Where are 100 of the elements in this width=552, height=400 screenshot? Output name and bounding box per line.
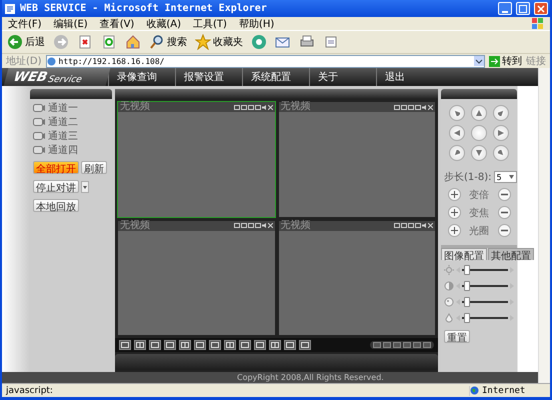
minus-icon bbox=[500, 227, 508, 234]
layout-button[interactable] bbox=[134, 340, 146, 350]
page-icon bbox=[46, 56, 56, 66]
minus-button[interactable] bbox=[498, 206, 510, 219]
direction-button[interactable] bbox=[471, 145, 487, 161]
speaker-icon[interactable] bbox=[262, 104, 266, 110]
minimize-button[interactable] bbox=[498, 2, 512, 15]
back-button[interactable]: 后退 bbox=[6, 32, 46, 52]
direction-button[interactable] bbox=[449, 145, 465, 161]
layout-button[interactable] bbox=[149, 340, 161, 350]
speaker-icon[interactable] bbox=[422, 223, 427, 228]
slider-thumb[interactable] bbox=[464, 264, 470, 274]
address-field[interactable]: http://192.168.16.108/ bbox=[46, 54, 485, 68]
layout-button[interactable] bbox=[164, 340, 176, 350]
layout-button[interactable] bbox=[179, 340, 191, 350]
plus-button[interactable] bbox=[448, 224, 460, 237]
menu-item[interactable]: 文件(F) bbox=[8, 16, 42, 30]
go-button[interactable]: 转到 bbox=[489, 54, 522, 68]
layout-button[interactable] bbox=[239, 340, 251, 350]
direction-button[interactable] bbox=[493, 145, 509, 161]
direction-button[interactable] bbox=[449, 125, 465, 141]
direction-button[interactable] bbox=[493, 105, 509, 121]
maximize-button[interactable] bbox=[516, 2, 530, 15]
direction-button[interactable] bbox=[449, 105, 465, 121]
camera-icon bbox=[33, 146, 45, 154]
menu-item[interactable]: 帮助(H) bbox=[238, 16, 274, 30]
window-title: WEB SERVICE - Microsoft Internet Explorer bbox=[20, 3, 268, 14]
direction-button[interactable] bbox=[493, 125, 509, 141]
copyright-text: CopyRight 2008,All Rights Reserved. bbox=[237, 373, 384, 382]
plus-button[interactable] bbox=[448, 206, 460, 219]
direction-button[interactable] bbox=[471, 105, 487, 121]
layout-button[interactable] bbox=[224, 340, 236, 350]
status-text: javascript: bbox=[4, 386, 54, 396]
maximize-icon bbox=[519, 4, 527, 12]
channel-item[interactable]: 通道二 bbox=[48, 114, 78, 128]
minimize-icon bbox=[502, 10, 508, 12]
video-title: 无视频 bbox=[120, 220, 151, 230]
close-button[interactable] bbox=[534, 2, 548, 15]
control-label: 变倍 bbox=[469, 188, 489, 202]
layout-button[interactable] bbox=[284, 340, 296, 350]
slider-thumb[interactable] bbox=[464, 296, 470, 306]
tab[interactable]: 其他配置 bbox=[488, 248, 534, 260]
close-icon[interactable] bbox=[268, 223, 272, 228]
layout-button[interactable] bbox=[209, 340, 221, 350]
layout-button[interactable] bbox=[254, 340, 266, 350]
local-playback-button[interactable]: 本地回放 bbox=[33, 199, 79, 212]
menu-item[interactable]: 查看(V) bbox=[100, 16, 134, 30]
plus-icon bbox=[450, 227, 458, 234]
channel-item[interactable]: 通道一 bbox=[48, 100, 78, 114]
plus-icon bbox=[450, 209, 458, 216]
droplet-icon bbox=[444, 312, 454, 322]
home-icon bbox=[125, 34, 141, 50]
menu-item[interactable]: 编辑(E) bbox=[54, 16, 88, 30]
logo: WEBService bbox=[4, 68, 110, 86]
channel-item[interactable]: 通道四 bbox=[48, 142, 78, 156]
layout-icon bbox=[136, 342, 144, 348]
control-label: 光圈 bbox=[469, 224, 489, 238]
layout-button[interactable] bbox=[269, 340, 281, 350]
contrast-icon bbox=[444, 280, 454, 290]
layout-icon bbox=[121, 342, 129, 348]
close-icon[interactable] bbox=[268, 104, 272, 110]
close-icon[interactable] bbox=[428, 104, 433, 110]
layout-icon bbox=[226, 342, 234, 348]
speaker-icon[interactable] bbox=[422, 104, 427, 110]
search-icon bbox=[149, 34, 165, 50]
layout-button[interactable] bbox=[194, 340, 206, 350]
document-icon bbox=[323, 34, 339, 50]
channel-item[interactable]: 通道三 bbox=[48, 128, 78, 142]
minus-icon bbox=[500, 191, 508, 198]
media-icon bbox=[251, 34, 267, 50]
dropdown-icon[interactable] bbox=[474, 56, 484, 66]
reset-button[interactable]: 重置 bbox=[444, 330, 470, 343]
layout-icon bbox=[181, 342, 189, 348]
layout-button[interactable] bbox=[119, 340, 131, 350]
windows-logo-icon bbox=[532, 18, 544, 29]
layout-button[interactable] bbox=[299, 340, 311, 350]
minus-button[interactable] bbox=[498, 224, 510, 237]
menu-item[interactable]: 收藏(A) bbox=[146, 16, 181, 30]
media-button[interactable] bbox=[250, 32, 268, 52]
plus-button[interactable] bbox=[448, 188, 460, 201]
arrow-icon bbox=[454, 150, 460, 156]
search-button[interactable]: 搜索 bbox=[148, 32, 188, 52]
refresh-button[interactable]: 刷新 bbox=[81, 161, 107, 174]
step-select[interactable]: 5 bbox=[494, 171, 517, 183]
slider-thumb[interactable] bbox=[464, 280, 470, 290]
stop-icon bbox=[77, 34, 93, 50]
menu-item[interactable]: 工具(T) bbox=[193, 16, 227, 30]
control-label: 变焦 bbox=[469, 206, 489, 220]
close-icon[interactable] bbox=[428, 223, 433, 228]
scrollbar[interactable] bbox=[538, 68, 550, 383]
minus-button[interactable] bbox=[498, 188, 510, 201]
camera-icon bbox=[33, 104, 45, 112]
speaker-icon[interactable] bbox=[262, 223, 266, 228]
links-label: 链接 bbox=[526, 54, 546, 68]
dropdown-icon[interactable] bbox=[81, 180, 89, 192]
sun-icon bbox=[444, 264, 454, 274]
slider-thumb[interactable] bbox=[464, 312, 470, 322]
tab[interactable]: 图像配置 bbox=[441, 248, 487, 260]
talk-button[interactable]: 停止对讲 bbox=[33, 180, 79, 193]
favorites-button[interactable]: 收藏夹 bbox=[194, 32, 244, 52]
